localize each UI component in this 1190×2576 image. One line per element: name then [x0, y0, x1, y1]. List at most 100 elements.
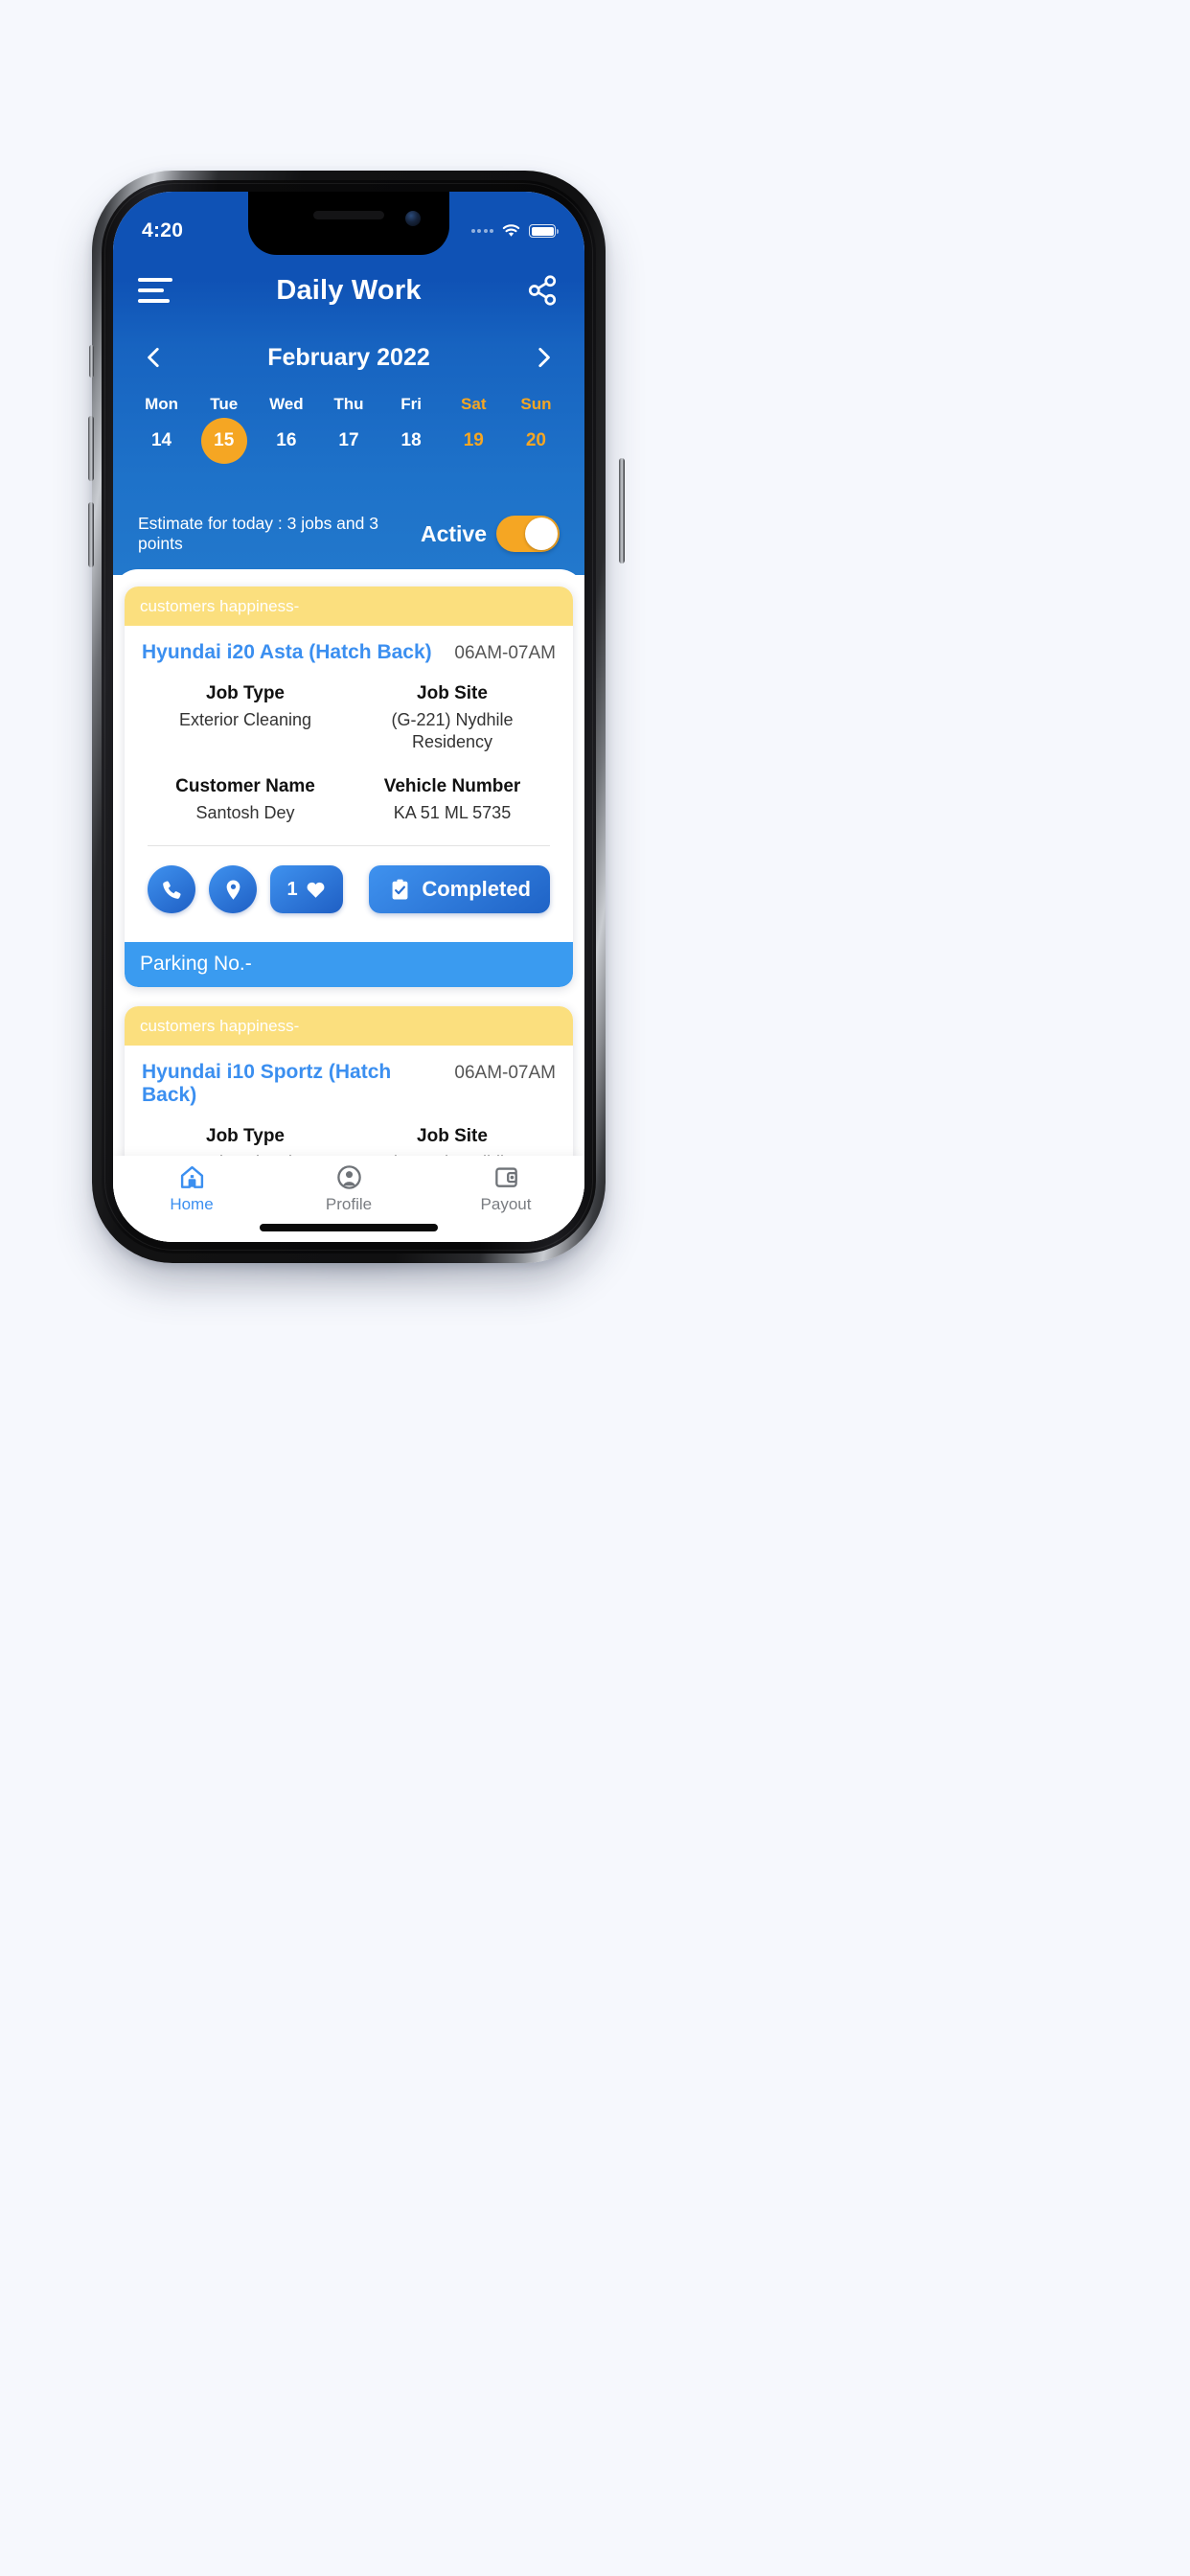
chevron-right-icon[interactable] — [529, 343, 558, 372]
chevron-left-icon[interactable] — [140, 343, 169, 372]
job-info-row-2: Customer Name Santosh Dey Vehicle Number KA… — [142, 776, 556, 824]
weekday-name: Mon — [145, 395, 179, 413]
weekday-label-fri: Fri — [380, 389, 443, 414]
job-card-list[interactable]: customers happiness- Hyundai i20 Asta (Ha… — [113, 569, 584, 1156]
job-info-row-1: Job TypeExterior CleaningJob Site( F718 … — [142, 1126, 556, 1156]
heart-icon — [307, 882, 325, 898]
battery-full-icon — [529, 224, 559, 238]
calendar-day-number[interactable]: 20 — [513, 418, 559, 464]
weekday-name: Sun — [520, 395, 552, 413]
weekday-name: Thu — [333, 395, 364, 413]
vehicle-model: Hyundai i20 Asta (Hatch Back) — [142, 641, 432, 663]
silent-switch[interactable] — [89, 345, 94, 378]
content-sheet: customers happiness- Hyundai i20 Asta (Ha… — [113, 569, 584, 1242]
user-circle-icon — [336, 1165, 361, 1189]
weekday-name: Tue — [210, 395, 239, 413]
hamburger-menu-icon[interactable] — [138, 278, 172, 303]
calendar-day-17[interactable]: 17 — [317, 414, 379, 468]
calendar-day-number[interactable]: 18 — [388, 418, 434, 464]
nav-item-home[interactable]: Home — [113, 1163, 270, 1214]
job-time-slot: 06AM-07AM — [454, 1063, 556, 1084]
calendar-day-wrap: 14 — [130, 414, 193, 468]
front-camera — [405, 211, 421, 226]
estimate-text: Estimate for today : 3 jobs and 3 points — [138, 514, 378, 553]
completed-status-button[interactable]: Completed — [369, 865, 550, 914]
month-navigation: February 2022 — [113, 326, 584, 389]
calendar-day-wrap: 15 — [193, 414, 255, 468]
like-count-button[interactable]: 1 — [270, 865, 343, 914]
job-info-row-1: Job Type Exterior Cleaning Job Site (G-221)… — [142, 683, 556, 753]
parking-number-footer: Parking No.- — [125, 942, 573, 988]
job-card[interactable]: customers happiness- Hyundai i10 Sportz (… — [125, 1006, 573, 1156]
calendar-day-wrap: 18 — [380, 414, 443, 468]
weekday-label-mon: Mon — [130, 389, 193, 414]
job-action-row: 1 Completed — [142, 846, 556, 914]
job-time-slot: 06AM-07AM — [454, 643, 556, 663]
calendar-day-number[interactable]: 16 — [263, 418, 309, 464]
active-toggle[interactable] — [496, 516, 560, 552]
nav-label: Profile — [325, 1195, 373, 1213]
nav-item-profile[interactable]: Profile — [270, 1163, 427, 1214]
customer-happiness-banner: customers happiness- — [125, 586, 573, 626]
job-card-body: Hyundai i10 Sportz (Hatch Back) 06AM-07AM… — [125, 1046, 573, 1156]
map-pin-icon — [226, 880, 240, 900]
volume-down-button[interactable] — [88, 502, 94, 567]
signal-dots-icon — [470, 229, 493, 233]
job-site-label: Job Site — [417, 1126, 488, 1147]
share-icon[interactable] — [525, 273, 560, 308]
weekday-name: Fri — [400, 395, 422, 413]
nav-label: Home — [170, 1195, 214, 1213]
weekday-label-tue: Tue — [193, 389, 255, 414]
calendar-day-number[interactable]: 14 — [139, 418, 185, 464]
open-location-button[interactable] — [209, 865, 257, 914]
calendar-day-number[interactable]: 17 — [326, 418, 372, 464]
vehicle-number-cell: Vehicle Number KA 51 ML 5735 — [349, 776, 556, 824]
job-site-cell: Job Site( F718 ) Nydhile Residency — [349, 1126, 556, 1156]
calendar-day-20[interactable]: 20 — [505, 414, 567, 468]
like-count: 1 — [286, 878, 298, 900]
nav-item-payout[interactable]: Payout — [427, 1163, 584, 1214]
calendar-day-wrap: 20 — [505, 414, 567, 468]
weekday-label-sun: Sun — [505, 389, 567, 414]
week-strip: Mon Tue Wed Thu Fri Sat Sun 14 15 16 17 18 19 20 — [113, 389, 584, 496]
vehicle-number-value: KA 51 ML 5735 — [393, 803, 512, 823]
page-title: Daily Work — [276, 274, 422, 306]
volume-up-button[interactable] — [88, 416, 94, 481]
calendar-day-14[interactable]: 14 — [130, 414, 193, 468]
home-icon — [180, 1165, 203, 1188]
job-type-label: Job Type — [206, 1126, 285, 1147]
calendar-day-selected[interactable]: 15 — [200, 418, 247, 464]
status-bar-time: 4:20 — [142, 219, 184, 242]
job-card[interactable]: customers happiness- Hyundai i20 Asta (Ha… — [125, 586, 573, 988]
job-card-body: Hyundai i20 Asta (Hatch Back) 06AM-07AM Jo… — [125, 626, 573, 914]
wifi-icon — [502, 224, 520, 237]
app-bar: Daily Work — [113, 255, 584, 326]
calendar-day-16[interactable]: 16 — [255, 414, 317, 468]
call-customer-button[interactable] — [148, 865, 195, 914]
job-card-title-row: Hyundai i20 Asta (Hatch Back) 06AM-07AM — [142, 641, 556, 664]
nav-label: Payout — [480, 1195, 532, 1213]
device-notch — [248, 192, 449, 255]
job-type-label: Job Type — [206, 683, 285, 703]
earpiece-speaker — [313, 211, 384, 219]
estimate-row: Estimate for today : 3 jobs and 3 points… — [113, 498, 584, 569]
weekday-number-row: 14 15 16 17 18 19 20 — [130, 414, 567, 468]
calendar-day-wrap: 16 — [255, 414, 317, 468]
calendar-day-15[interactable]: 15 — [193, 414, 255, 468]
calendar-day-19[interactable]: 19 — [443, 414, 505, 468]
weekday-name: Sat — [461, 395, 487, 413]
calendar-day-number[interactable]: 19 — [450, 418, 496, 464]
home-indicator[interactable] — [260, 1224, 438, 1231]
calendar-day-wrap: 17 — [317, 414, 379, 468]
job-type-value: Exterior Cleaning — [178, 710, 312, 729]
job-type-cell: Job Type Exterior Cleaning — [142, 683, 349, 753]
weekday-label-sat: Sat — [443, 389, 505, 414]
job-site-value: (G-221) Nydhile Residency — [391, 710, 514, 752]
clipboard-check-icon — [392, 879, 408, 900]
job-card-title-row: Hyundai i10 Sportz (Hatch Back) 06AM-07AM — [142, 1061, 556, 1107]
job-type-cell: Job TypeExterior Cleaning — [142, 1126, 349, 1156]
status-bar-indicators — [470, 208, 559, 239]
completed-label: Completed — [422, 877, 531, 902]
power-button[interactable] — [619, 458, 625, 564]
calendar-day-18[interactable]: 18 — [380, 414, 443, 468]
